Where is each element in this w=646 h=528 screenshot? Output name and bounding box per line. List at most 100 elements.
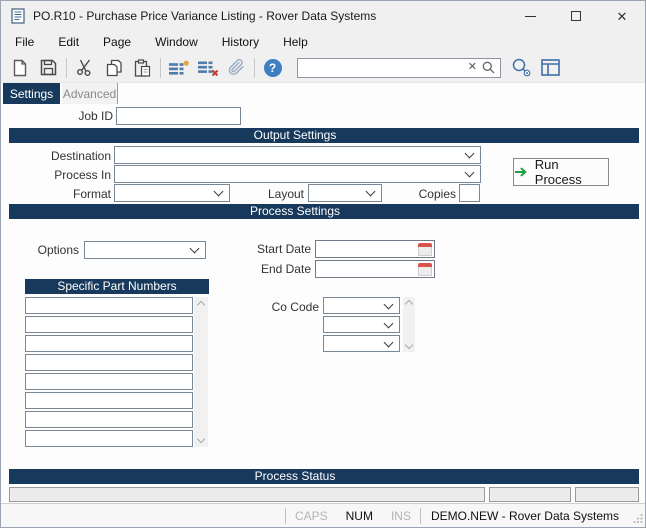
delete-row-button[interactable] (193, 55, 222, 81)
tab-advanced[interactable]: Advanced (62, 83, 118, 104)
format-select[interactable] (114, 184, 230, 202)
co-code-select[interactable] (323, 335, 400, 352)
toolbar-separator (160, 58, 161, 78)
toolbar: ? ✕ (1, 53, 645, 83)
delete-row-icon (197, 60, 219, 76)
calendar-icon[interactable] (418, 263, 432, 276)
maximize-icon (571, 11, 581, 21)
scroll-up-icon[interactable] (405, 300, 413, 308)
search-icon[interactable] (482, 61, 500, 74)
title-bar: PO.R10 - Purchase Price Variance Listing… (1, 1, 645, 31)
chevron-down-icon (465, 168, 475, 178)
destination-select[interactable] (114, 146, 481, 164)
chevron-down-icon (465, 149, 475, 159)
chevron-down-icon (214, 187, 224, 197)
attachment-button[interactable] (222, 55, 251, 81)
layout-label: Layout (244, 187, 304, 201)
panel-layout-icon (541, 59, 560, 76)
menu-page[interactable]: Page (91, 35, 143, 49)
paste-icon (134, 59, 151, 77)
menu-file[interactable]: File (3, 35, 46, 49)
paste-button[interactable] (128, 55, 157, 81)
process-in-select[interactable] (114, 165, 481, 183)
co-code-label: Co Code (249, 300, 319, 314)
help-icon: ? (264, 59, 282, 77)
job-id-input[interactable] (116, 107, 241, 125)
paperclip-icon (227, 58, 246, 77)
run-arrow-icon (514, 166, 528, 178)
co-code-scrollbar[interactable] (403, 297, 415, 352)
toolbar-separator (66, 58, 67, 78)
maximize-button[interactable] (553, 1, 599, 31)
run-process-button[interactable]: Run Process (513, 158, 609, 186)
app-document-icon (11, 8, 25, 24)
process-status-header: Process Status (9, 469, 639, 484)
menu-edit[interactable]: Edit (46, 35, 91, 49)
chevron-down-icon (384, 299, 394, 309)
record-search-icon (511, 58, 532, 77)
part-number-input[interactable] (25, 392, 193, 409)
search-input[interactable] (298, 60, 463, 76)
menu-help[interactable]: Help (271, 35, 320, 49)
window-title: PO.R10 - Purchase Price Variance Listing… (33, 9, 376, 23)
process-in-label: Process In (11, 168, 111, 182)
options-select[interactable] (84, 241, 206, 259)
close-button[interactable]: ✕ (599, 1, 645, 31)
scroll-down-icon[interactable] (197, 435, 205, 443)
options-label: Options (19, 243, 79, 257)
copies-label: Copies (396, 187, 456, 201)
part-number-input[interactable] (25, 373, 193, 390)
part-number-input[interactable] (25, 316, 193, 333)
record-search-button[interactable] (507, 55, 536, 81)
minimize-button[interactable] (507, 1, 553, 31)
toolbar-separator (254, 58, 255, 78)
part-number-input[interactable] (25, 354, 193, 371)
part-number-input[interactable] (25, 430, 193, 447)
co-code-select[interactable] (323, 297, 400, 314)
save-button[interactable] (34, 55, 63, 81)
insert-row-button[interactable] (164, 55, 193, 81)
destination-label: Destination (11, 149, 111, 163)
panel-layout-button[interactable] (536, 55, 565, 81)
copy-button[interactable] (99, 55, 128, 81)
process-settings-header: Process Settings (9, 204, 639, 219)
menu-window[interactable]: Window (143, 35, 210, 49)
clear-search-icon[interactable]: ✕ (463, 62, 482, 73)
session-label: DEMO.NEW - Rover Data Systems (421, 509, 629, 523)
chevron-down-icon (366, 187, 376, 197)
scroll-down-icon[interactable] (405, 341, 413, 349)
part-numbers-scrollbar[interactable] (194, 297, 208, 447)
process-status-field (9, 487, 485, 502)
resize-grip-icon[interactable] (633, 512, 643, 526)
menu-bar: File Edit Page Window History Help (1, 31, 645, 53)
part-numbers-header: Specific Part Numbers (25, 279, 209, 294)
chevron-down-icon (384, 318, 394, 328)
status-bar: CAPS NUM INS DEMO.NEW - Rover Data Syste… (1, 503, 645, 527)
part-number-input[interactable] (25, 411, 193, 428)
insert-row-icon (168, 60, 190, 76)
process-status-field (489, 487, 571, 502)
start-date-label: Start Date (231, 242, 311, 256)
part-number-input[interactable] (25, 297, 193, 314)
calendar-icon[interactable] (418, 243, 432, 256)
cut-icon (76, 59, 94, 76)
tab-settings[interactable]: Settings (3, 83, 60, 104)
new-document-icon (12, 59, 28, 77)
layout-select[interactable] (308, 184, 382, 202)
part-number-input[interactable] (25, 335, 193, 352)
copies-input[interactable] (459, 184, 480, 202)
caps-indicator: CAPS (286, 509, 337, 523)
cut-button[interactable] (70, 55, 99, 81)
form-area: Settings Advanced Job ID Output Settings… (1, 83, 645, 505)
start-date-input[interactable] (316, 242, 418, 256)
co-code-select[interactable] (323, 316, 400, 333)
copy-icon (106, 59, 122, 77)
end-date-field (315, 260, 435, 278)
new-document-button[interactable] (5, 55, 34, 81)
help-button[interactable]: ? (258, 55, 287, 81)
end-date-input[interactable] (316, 262, 418, 276)
app-window: PO.R10 - Purchase Price Variance Listing… (0, 0, 646, 528)
chevron-down-icon (384, 337, 394, 347)
scroll-up-icon[interactable] (197, 301, 205, 309)
menu-history[interactable]: History (210, 35, 271, 49)
